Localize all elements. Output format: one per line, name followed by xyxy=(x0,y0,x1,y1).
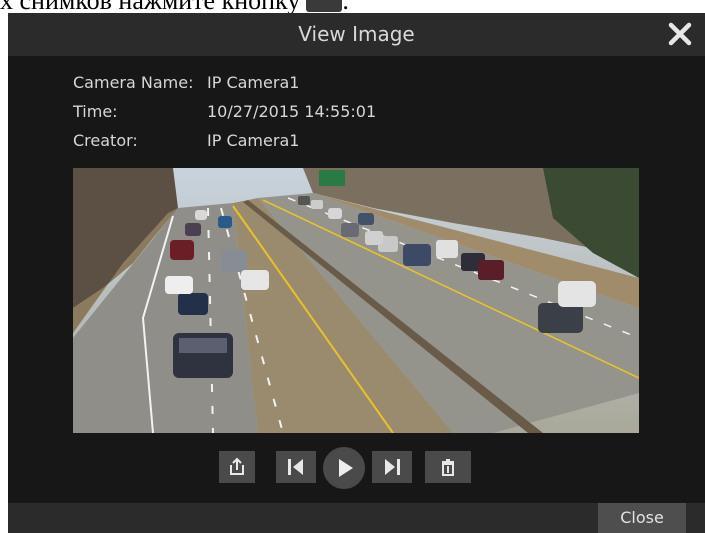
play-icon xyxy=(323,459,365,493)
export-button[interactable] xyxy=(219,451,255,483)
previous-icon xyxy=(276,451,316,483)
dialog-titlebar: View Image xyxy=(8,13,705,56)
view-image-dialog: View Image Camera Name: IP Camera1 Time:… xyxy=(8,13,705,533)
snapshot-button-icon xyxy=(306,0,343,13)
trash-icon xyxy=(425,451,471,483)
next-icon xyxy=(372,451,412,483)
creator-row: Creator: IP Camera1 xyxy=(73,131,299,150)
next-button[interactable] xyxy=(372,451,412,483)
dialog-title: View Image xyxy=(298,22,415,46)
export-icon xyxy=(219,451,255,483)
delete-button[interactable] xyxy=(425,451,471,483)
time-value: 10/27/2015 14:55:01 xyxy=(207,102,377,121)
time-label: Time: xyxy=(73,102,118,121)
creator-value: IP Camera1 xyxy=(207,131,300,150)
close-icon[interactable] xyxy=(665,19,695,49)
camera-name-row: Camera Name: IP Camera1 xyxy=(73,73,299,92)
snapshot-image xyxy=(73,168,639,433)
camera-name-value: IP Camera1 xyxy=(207,73,300,92)
close-button[interactable]: Close xyxy=(598,503,686,533)
play-button[interactable] xyxy=(320,444,368,492)
camera-name-label: Camera Name: xyxy=(73,73,194,92)
time-row: Time: 10/27/2015 14:55:01 xyxy=(73,102,376,121)
previous-button[interactable] xyxy=(276,451,316,483)
creator-label: Creator: xyxy=(73,131,138,150)
